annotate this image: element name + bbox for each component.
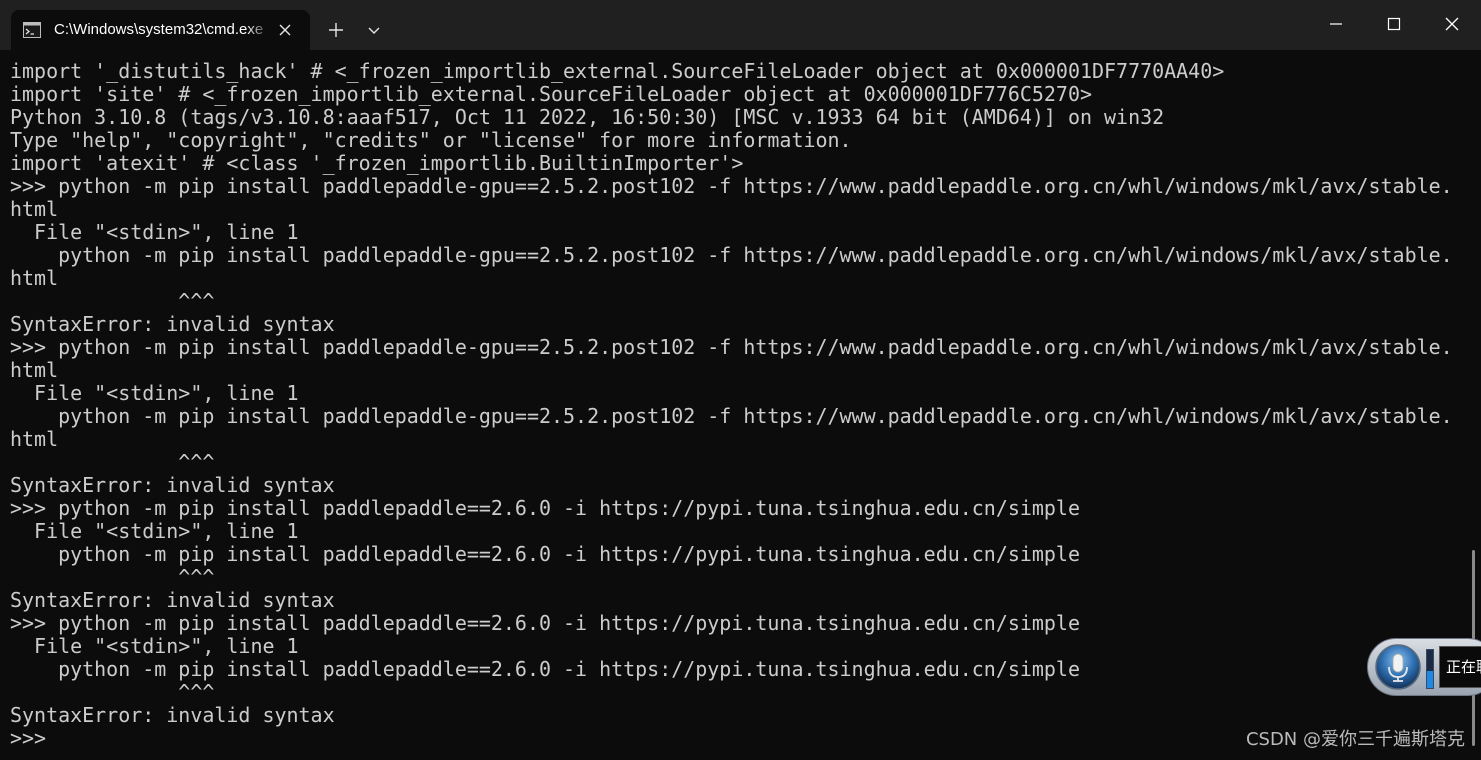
speech-level-fill — [1427, 670, 1433, 688]
plus-icon — [318, 10, 354, 50]
terminal-line: SyntaxError: invalid syntax — [10, 474, 335, 497]
maximize-icon — [1365, 0, 1423, 50]
title-bar[interactable]: C:\Windows\system32\cmd.exe — [0, 0, 1481, 50]
terminal-line: html — [10, 198, 59, 221]
close-window-button[interactable] — [1423, 0, 1481, 50]
terminal-line: import 'site' # <_frozen_importlib_exter… — [10, 83, 1092, 106]
terminal-line: File "<stdin>", line 1 — [10, 221, 299, 244]
terminal-line: SyntaxError: invalid syntax — [10, 704, 335, 727]
terminal-line: File "<stdin>", line 1 — [10, 520, 299, 543]
terminal-line: SyntaxError: invalid syntax — [10, 589, 335, 612]
terminal-line: python -m pip install paddlepaddle==2.6.… — [10, 543, 1080, 566]
terminal-line: import '_distutils_hack' # <_frozen_impo… — [10, 60, 1225, 83]
terminal-icon — [23, 22, 41, 38]
watermark: CSDN @爱你三千遍斯塔克 — [1245, 729, 1465, 750]
terminal-output[interactable]: import '_distutils_hack' # <_frozen_impo… — [10, 60, 1465, 750]
new-tab-button[interactable] — [318, 10, 354, 50]
terminal-line: File "<stdin>", line 1 — [10, 635, 299, 658]
terminal-line: python -m pip install paddlepaddle-gpu==… — [10, 244, 1453, 267]
terminal-line: ^^^ — [10, 290, 215, 313]
terminal-line: SyntaxError: invalid syntax — [10, 313, 335, 336]
terminal-line: File "<stdin>", line 1 — [10, 382, 299, 405]
terminal-line: >>> python -m pip install paddlepaddle-g… — [10, 336, 1453, 359]
terminal-line: html — [10, 359, 59, 382]
terminal-line: python -m pip install paddlepaddle==2.6.… — [10, 658, 1080, 681]
terminal-line: Type "help", "copyright", "credits" or "… — [10, 129, 852, 152]
terminal-line: Python 3.10.8 (tags/v3.10.8:aaaf517, Oct… — [10, 106, 1165, 129]
microphone-icon — [1374, 643, 1422, 691]
terminal-line: html — [10, 428, 59, 451]
minimize-button[interactable] — [1307, 0, 1365, 50]
close-icon — [1423, 0, 1481, 50]
tab-dropdown-button[interactable] — [356, 10, 392, 50]
close-icon[interactable] — [275, 20, 295, 40]
microphone-button[interactable] — [1374, 643, 1422, 691]
terminal-line: >>> python -m pip install paddlepaddle==… — [10, 497, 1080, 520]
terminal-line: ^^^ — [10, 451, 215, 474]
terminal-line: ^^^ — [10, 681, 215, 704]
chevron-down-icon — [356, 10, 392, 50]
terminal-line: >>> python -m pip install paddlepaddle==… — [10, 612, 1080, 635]
terminal-line: python -m pip install paddlepaddle-gpu==… — [10, 405, 1453, 428]
terminal-line: import 'atexit' # <class '_frozen_import… — [10, 152, 744, 175]
maximize-button[interactable] — [1365, 0, 1423, 50]
speech-level-meter — [1426, 649, 1434, 689]
minimize-icon — [1307, 0, 1365, 50]
terminal-window: C:\Windows\system32\cmd.exe import '_dis… — [0, 0, 1481, 760]
terminal-line: html — [10, 267, 59, 290]
tab-cmd[interactable]: C:\Windows\system32\cmd.exe — [11, 10, 310, 50]
terminal-line: >>> python -m pip install paddlepaddle-g… — [10, 175, 1453, 198]
speech-status-text: 正在聆听 — [1439, 646, 1481, 688]
tab-title: C:\Windows\system32\cmd.exe — [54, 21, 264, 38]
speech-recognition-widget[interactable]: 正在聆听 — [1367, 638, 1481, 696]
terminal-line: ^^^ — [10, 566, 215, 589]
